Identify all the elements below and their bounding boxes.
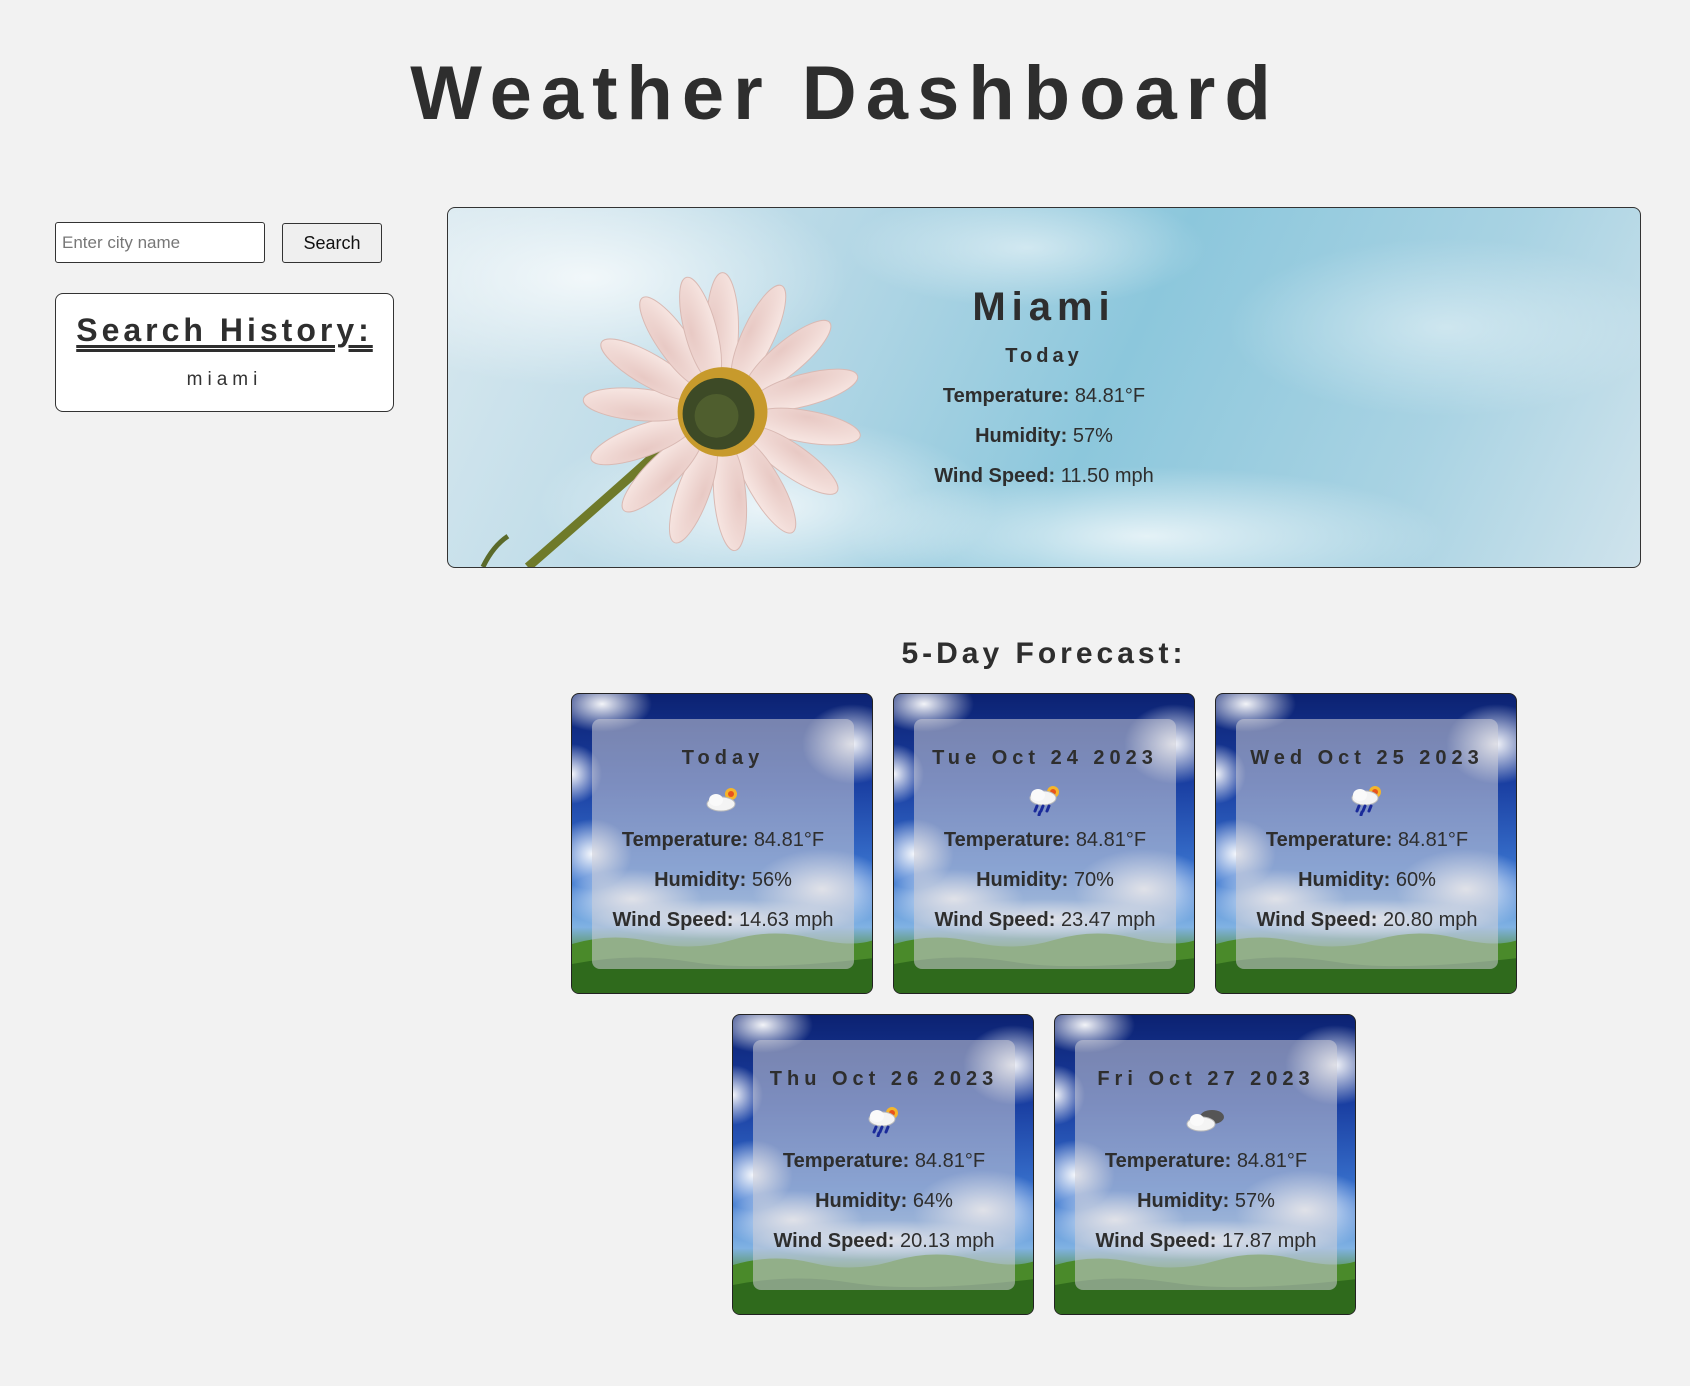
wind-value: 20.80 mph <box>1382 909 1478 931</box>
humidity-label: Humidity: <box>976 869 1069 891</box>
forecast-wind: Wind Speed: 14.63 mph <box>592 900 854 940</box>
forecast-humidity: Humidity: 57% <box>1075 1181 1337 1221</box>
rain-sun-icon <box>868 1107 898 1137</box>
humidity-value: 60% <box>1395 869 1436 891</box>
forecast-temperature: Temperature: 84.81°F <box>592 820 854 860</box>
forecast-card-1: Today Temperature: 84.81°F Humidity: 56%… <box>571 693 873 994</box>
forecast-date: Tue Oct 24 2023 <box>932 747 1158 769</box>
forecast-card-panel: Thu Oct 26 2023 Temperature: 84.81°F Hum… <box>753 1040 1015 1290</box>
humidity-label: Humidity: <box>815 1190 908 1212</box>
forecast-humidity: Humidity: 56% <box>592 860 854 900</box>
forecast-card-panel: Today Temperature: 84.81°F Humidity: 56%… <box>592 719 854 969</box>
forecast-card-4: Thu Oct 26 2023 Temperature: 84.81°F Hum… <box>732 1014 1034 1315</box>
wind-label: Wind Speed: <box>773 1230 895 1252</box>
wind-label: Wind Speed: <box>612 909 734 931</box>
wind-label: Wind Speed: <box>1095 1230 1217 1252</box>
temperature-value: 84.81°F <box>1236 1150 1308 1172</box>
humidity-label: Humidity: <box>1298 869 1391 891</box>
forecast-title: 5-Day Forecast: <box>901 637 1187 670</box>
forecast-temperature: Temperature: 84.81°F <box>753 1141 1015 1181</box>
search-input[interactable] <box>55 222 265 263</box>
forecast-temperature: Temperature: 84.81°F <box>1075 1141 1337 1181</box>
forecast-card-3: Wed Oct 25 2023 Temperature: 84.81°F Hum… <box>1215 693 1517 994</box>
current-humidity: Humidity: 57% <box>448 416 1640 456</box>
wind-value: 23.47 mph <box>1060 909 1156 931</box>
current-wind: Wind Speed: 11.50 mph <box>448 456 1640 496</box>
wind-value: 14.63 mph <box>738 909 834 931</box>
current-temperature: Temperature: 84.81°F <box>448 376 1640 416</box>
forecast-card-panel: Fri Oct 27 2023 Temperature: 84.81°F Hum… <box>1075 1040 1337 1290</box>
search-history-panel: Search History: miami <box>55 293 394 412</box>
temperature-label: Temperature: <box>942 385 1070 407</box>
humidity-label: Humidity: <box>1137 1190 1230 1212</box>
temperature-value: 84.81°F <box>1074 385 1146 407</box>
temperature-label: Temperature: <box>943 829 1071 851</box>
temperature-label: Temperature: <box>1265 829 1393 851</box>
rain-sun-icon <box>1029 786 1059 816</box>
forecast-wind: Wind Speed: 17.87 mph <box>1075 1221 1337 1261</box>
temperature-value: 84.81°F <box>914 1150 986 1172</box>
humidity-value: 70% <box>1073 869 1114 891</box>
history-item-miami[interactable]: miami <box>56 369 393 391</box>
forecast-humidity: Humidity: 60% <box>1236 860 1498 900</box>
forecast-date: Today <box>681 747 765 769</box>
humidity-label: Humidity: <box>975 425 1068 447</box>
forecast-wind: Wind Speed: 20.80 mph <box>1236 900 1498 940</box>
wind-label: Wind Speed: <box>934 465 1056 487</box>
forecast-wind: Wind Speed: 20.13 mph <box>753 1221 1015 1261</box>
current-weather-card: Miami Today Temperature: 84.81°F Humidit… <box>447 207 1641 568</box>
forecast-card-panel: Wed Oct 25 2023 Temperature: 84.81°F Hum… <box>1236 719 1498 969</box>
wind-value: 17.87 mph <box>1221 1230 1317 1252</box>
humidity-value: 64% <box>912 1190 953 1212</box>
forecast-wind: Wind Speed: 23.47 mph <box>914 900 1176 940</box>
wind-value: 11.50 mph <box>1060 465 1154 487</box>
partly-cloudy-icon <box>706 788 737 812</box>
rain-sun-icon <box>1351 786 1381 816</box>
temperature-value: 84.81°F <box>753 829 825 851</box>
humidity-value: 57% <box>1072 425 1113 447</box>
page-title: Weather Dashboard <box>410 51 1280 136</box>
forecast-date: Thu Oct 26 2023 <box>769 1068 999 1090</box>
humidity-label: Humidity: <box>654 869 747 891</box>
city-name: Miami <box>972 285 1116 329</box>
forecast-card-2: Tue Oct 24 2023 Temperature: 84.81°F Hum… <box>893 693 1195 994</box>
humidity-value: 56% <box>751 869 792 891</box>
wind-value: 20.13 mph <box>899 1230 995 1252</box>
current-day-label: Today <box>1005 345 1083 367</box>
temperature-value: 84.81°F <box>1397 829 1469 851</box>
temperature-label: Temperature: <box>782 1150 910 1172</box>
search-history-title: Search History: <box>76 312 373 348</box>
forecast-card-5: Fri Oct 27 2023 Temperature: 84.81°F Hum… <box>1054 1014 1356 1315</box>
broken-clouds-icon <box>1186 1110 1224 1132</box>
humidity-value: 57% <box>1234 1190 1275 1212</box>
temperature-value: 84.81°F <box>1075 829 1147 851</box>
forecast-temperature: Temperature: 84.81°F <box>1236 820 1498 860</box>
forecast-date: Wed Oct 25 2023 <box>1250 747 1484 769</box>
wind-label: Wind Speed: <box>934 909 1056 931</box>
temperature-label: Temperature: <box>1104 1150 1232 1172</box>
forecast-date: Fri Oct 27 2023 <box>1097 1068 1315 1090</box>
forecast-card-panel: Tue Oct 24 2023 Temperature: 84.81°F Hum… <box>914 719 1176 969</box>
forecast-humidity: Humidity: 70% <box>914 860 1176 900</box>
temperature-label: Temperature: <box>621 829 749 851</box>
forecast-temperature: Temperature: 84.81°F <box>914 820 1176 860</box>
forecast-humidity: Humidity: 64% <box>753 1181 1015 1221</box>
wind-label: Wind Speed: <box>1256 909 1378 931</box>
search-button[interactable]: Search <box>282 223 382 263</box>
